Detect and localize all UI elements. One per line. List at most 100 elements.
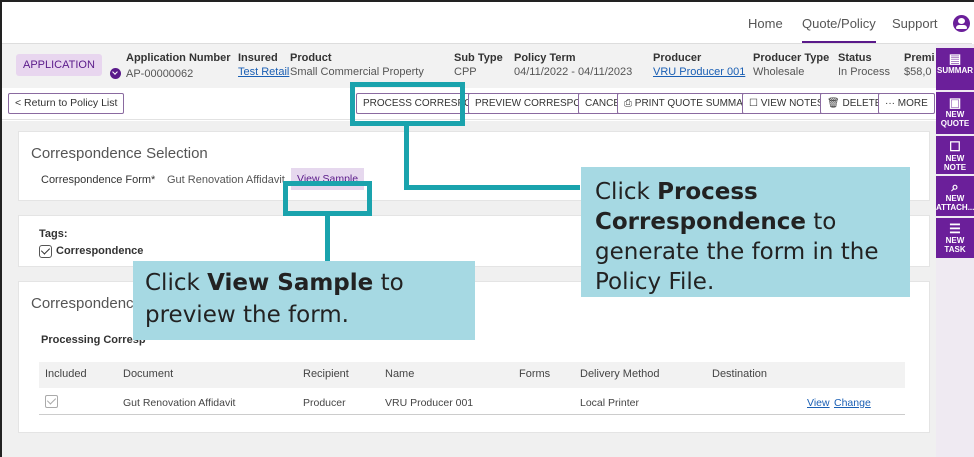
info-producer-type: Producer Type Wholesale bbox=[753, 52, 829, 78]
sidebar-new-note[interactable]: ☐ NEW NOTE bbox=[936, 136, 974, 174]
paperclip-icon: ⌕ bbox=[951, 179, 959, 194]
info-value: AP-00000062 bbox=[126, 68, 194, 80]
info-label: Status bbox=[838, 52, 872, 64]
column-header: Document bbox=[123, 368, 174, 380]
callout-connector bbox=[404, 126, 409, 190]
tags-label: Tags: bbox=[39, 228, 68, 240]
cell-delivery-method: Local Printer bbox=[580, 397, 639, 409]
sidebar-new-task[interactable]: ☰ NEW TASK bbox=[936, 218, 974, 258]
sidebar-label: NEW bbox=[945, 236, 965, 245]
print-label: PRINT QUOTE SUMMA... bbox=[634, 98, 752, 109]
cell-document: Gut Renovation Affidavit bbox=[123, 397, 236, 409]
change-link[interactable]: Change bbox=[834, 397, 871, 409]
delete-label: DELETE bbox=[842, 98, 882, 109]
info-value: CPP bbox=[454, 66, 477, 78]
info-value: Small Commercial Property bbox=[290, 66, 424, 78]
note-icon: ☐ bbox=[749, 98, 761, 109]
column-header: Name bbox=[385, 368, 415, 380]
column-header: Destination bbox=[712, 368, 768, 380]
correspondence-form-label: Correspondence Form* bbox=[41, 174, 156, 186]
tag-label: Correspondence bbox=[56, 245, 144, 257]
callout-text: Click bbox=[145, 270, 208, 296]
sidebar-summary[interactable]: ▤ SUMMAR bbox=[936, 48, 974, 90]
right-sidebar: ▤ SUMMAR ▣ NEW QUOTE ☐ NEW NOTE ⌕ NEW AT… bbox=[936, 44, 974, 457]
action-bar: < Return to Policy List PROCESS CORRESPO… bbox=[2, 88, 936, 120]
processing-subtitle: Processing Corresp bbox=[41, 334, 146, 346]
printer-icon: ⎙ bbox=[624, 98, 635, 109]
callout-bold-text: View Sample bbox=[207, 270, 374, 296]
more-button[interactable]: ··· MORE bbox=[878, 93, 935, 114]
cell-recipient: Producer bbox=[303, 397, 346, 409]
info-label: Policy Term bbox=[514, 52, 576, 64]
table-header: Included Document Recipient Name Forms D… bbox=[39, 362, 905, 388]
sidebar-new-quote[interactable]: ▣ NEW QUOTE bbox=[936, 92, 974, 134]
cell-name: VRU Producer 001 bbox=[385, 397, 474, 409]
info-status: Status In Process bbox=[838, 52, 890, 78]
process-button-highlight bbox=[350, 82, 465, 126]
print-quote-summary-button[interactable]: ⎙ PRINT QUOTE SUMMA... bbox=[617, 93, 759, 114]
info-label: Product bbox=[290, 52, 332, 64]
sidebar-label: NEW bbox=[945, 110, 965, 119]
info-value: Wholesale bbox=[753, 66, 805, 78]
sidebar-label: QUOTE bbox=[940, 119, 970, 128]
callout-connector bbox=[404, 185, 580, 190]
info-insured: Insured Test Retail bbox=[238, 52, 289, 78]
nav-home[interactable]: Home bbox=[748, 16, 783, 31]
info-premium: Premi $58,0 bbox=[904, 52, 936, 78]
application-badge: APPLICATION bbox=[16, 54, 102, 76]
panel-title: Correspondence Selection bbox=[31, 145, 208, 162]
view-link[interactable]: View bbox=[807, 397, 830, 409]
nav-support[interactable]: Support bbox=[892, 16, 938, 31]
return-to-policy-list-button[interactable]: < Return to Policy List bbox=[8, 93, 125, 114]
user-account-icon[interactable] bbox=[953, 15, 970, 32]
info-producer: Producer VRU Producer 001 bbox=[653, 52, 745, 78]
info-policy-term: Policy Term 04/11/2022 - 04/11/2023 bbox=[514, 52, 632, 78]
note-icon: ☐ bbox=[949, 139, 961, 154]
sidebar-label: ATTACH... bbox=[936, 203, 974, 212]
task-list-icon: ☰ bbox=[949, 221, 961, 236]
info-value: In Process bbox=[838, 66, 890, 78]
notes-label: VIEW NOTES bbox=[760, 98, 824, 109]
summary-icon: ▤ bbox=[948, 51, 962, 66]
sidebar-label: NEW bbox=[945, 194, 965, 203]
nav-quote-policy[interactable]: Quote/Policy bbox=[802, 16, 876, 43]
column-header: Included bbox=[45, 368, 87, 380]
info-label: Sub Type bbox=[454, 52, 503, 64]
trash-icon: 🗑 bbox=[827, 98, 843, 109]
view-sample-highlight bbox=[283, 181, 372, 216]
info-subtype: Sub Type CPP bbox=[454, 52, 503, 78]
correspondence-form-select[interactable]: Gut Renovation Affidavit bbox=[167, 174, 285, 186]
view-sample-callout: Click View Sample to preview the form. bbox=[133, 261, 475, 340]
info-label: Producer bbox=[653, 52, 702, 64]
info-label: Premi bbox=[904, 52, 935, 64]
included-checkbox[interactable] bbox=[45, 395, 58, 408]
table-row: Gut Renovation Affidavit Producer VRU Pr… bbox=[39, 391, 905, 415]
info-value: 04/11/2022 - 04/11/2023 bbox=[514, 66, 633, 78]
column-header: Delivery Method bbox=[580, 368, 660, 380]
info-label: Application Number bbox=[126, 52, 231, 64]
column-header: Forms bbox=[519, 368, 551, 380]
info-application-number: Application Number AP-00000062 bbox=[110, 52, 231, 80]
insured-link[interactable]: Test Retail bbox=[238, 66, 289, 78]
top-nav: Home Quote/Policy Support bbox=[2, 2, 972, 44]
callout-connector bbox=[325, 216, 330, 262]
sidebar-label: NEW bbox=[945, 154, 965, 163]
callout-text: Click bbox=[595, 179, 658, 205]
sidebar-new-attachment[interactable]: ⌕ NEW ATTACH... bbox=[936, 176, 974, 216]
policy-info-bar: APPLICATION Application Number AP-000000… bbox=[2, 44, 936, 88]
chevron-down-icon[interactable] bbox=[110, 68, 121, 79]
process-correspondence-callout: Click Process Correspondence to generate… bbox=[581, 167, 910, 297]
panel-title: Correspondence bbox=[31, 295, 142, 312]
info-label: Insured bbox=[238, 52, 278, 64]
sidebar-label: NOTE bbox=[943, 163, 967, 172]
sidebar-label: TASK bbox=[944, 245, 966, 254]
column-header: Recipient bbox=[303, 368, 349, 380]
view-notes-button[interactable]: ☐ VIEW NOTES bbox=[742, 93, 831, 114]
info-product: Product Small Commercial Property bbox=[290, 52, 424, 78]
quote-icon: ▣ bbox=[948, 95, 962, 110]
sidebar-label: SUMMAR bbox=[937, 66, 973, 75]
tag-checkbox[interactable] bbox=[39, 245, 52, 258]
info-label: Producer Type bbox=[753, 52, 830, 64]
info-value: $58,0 bbox=[904, 66, 932, 78]
producer-link[interactable]: VRU Producer 001 bbox=[653, 66, 745, 78]
